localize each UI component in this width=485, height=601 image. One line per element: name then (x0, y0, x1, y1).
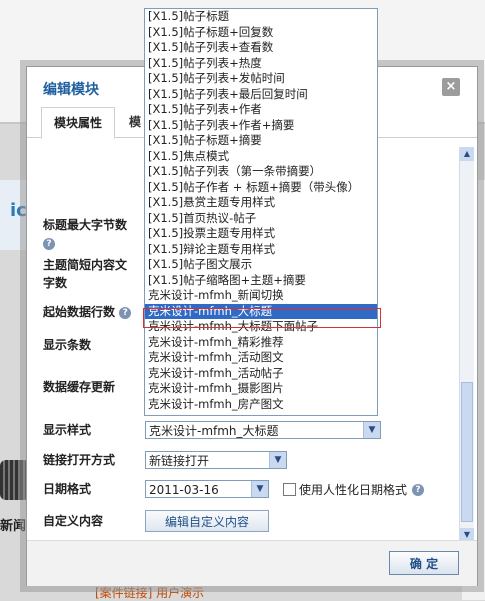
label-summary-length: 主题简短内容文 字数 (43, 258, 128, 290)
dropdown-option[interactable]: 克米设计-mfmh_大标题 (145, 303, 377, 319)
dropdown-option[interactable]: [X1.5]帖子列表+热度 (145, 56, 377, 72)
chevron-down-icon[interactable]: ▼ (251, 481, 268, 497)
date-format-value: 2011-03-16 (149, 483, 219, 497)
chevron-down-icon[interactable]: ▼ (269, 452, 286, 468)
dropdown-option[interactable]: [X1.5]帖子列表+最后回复时间 (145, 87, 377, 103)
confirm-button[interactable]: 确 定 (389, 551, 459, 575)
dropdown-option[interactable]: [X1.5]投票主题专用样式 (145, 226, 377, 242)
chevron-down-icon[interactable]: ▼ (363, 422, 380, 438)
label-show-count: 显示条数 (43, 338, 92, 352)
dropdown-option[interactable]: [X1.5]帖子列表+作者 (145, 102, 377, 118)
dropdown-option[interactable]: 克米设计-mfmh_房产图文 (145, 397, 377, 413)
close-icon[interactable]: × (442, 78, 460, 96)
dropdown-option[interactable]: [X1.5]帖子列表+作者+摘要 (145, 118, 377, 134)
label-display-style: 显示样式 (43, 423, 92, 437)
background-logo: ic (10, 200, 27, 221)
dialog-scrollbar[interactable]: ▲ ▼ (459, 147, 474, 542)
scroll-thumb[interactable] (461, 382, 473, 522)
dropdown-option[interactable]: [X1.5]帖子列表（第一条带摘要） (145, 164, 377, 180)
help-icon[interactable]: ? (43, 237, 55, 250)
dropdown-option[interactable]: 克米设计-mfmh_大标题下面帖子 (145, 319, 377, 335)
link-open-value: 新链接打开 (149, 454, 210, 468)
label-date-format: 日期格式 (43, 482, 92, 496)
help-icon[interactable]: ? (412, 484, 424, 496)
humanized-date-checkbox[interactable] (283, 483, 296, 496)
dropdown-option[interactable]: 克米设计-mfmh_活动图文 (145, 350, 377, 366)
dropdown-option[interactable]: [X1.5]帖子缩略图+主题+摘要 (145, 273, 377, 289)
dialog-footer: 确 定 (27, 540, 477, 586)
display-style-value: 克米设计-mfmh_大标题 (149, 424, 279, 438)
label-start-row: 起始数据行数 ? (43, 303, 132, 321)
help-icon[interactable]: ? (119, 306, 132, 319)
dropdown-option[interactable]: [X1.5]帖子标题+摘要 (145, 133, 377, 149)
display-style-select[interactable]: 克米设计-mfmh_大标题 ▼ (145, 421, 381, 439)
dropdown-option[interactable]: [X1.5]焦点模式 (145, 149, 377, 165)
dropdown-option[interactable]: 克米设计-mfmh_新闻切换 (145, 288, 377, 304)
dropdown-option[interactable]: [X1.5]帖子列表+发帖时间 (145, 71, 377, 87)
scroll-up-icon[interactable]: ▲ (460, 147, 474, 161)
dropdown-option[interactable]: [X1.5]悬赏主题专用样式 (145, 195, 377, 211)
label-title-max-bytes: 标题最大字节数 ? (43, 218, 128, 250)
dropdown-option[interactable]: [X1.5]帖子作者 + 标题+摘要（带头像） (145, 180, 377, 196)
link-open-select[interactable]: 新链接打开 ▼ (145, 451, 287, 469)
dropdown-option[interactable]: [X1.5]帖子列表+查看数 (145, 40, 377, 56)
dropdown-option[interactable]: [X1.5]首页热议-帖子 (145, 211, 377, 227)
label-custom-content: 自定义内容 (43, 514, 104, 528)
dropdown-option[interactable]: [X1.5]帖子标题+回复数 (145, 25, 377, 41)
tab-module-properties[interactable]: 模块属性 (41, 107, 116, 139)
dropdown-option[interactable]: 克米设计-mfmh_精彩推荐 (145, 335, 377, 351)
dropdown-option[interactable]: 克米设计-mfmh_摄影图片 (145, 381, 377, 397)
dropdown-option[interactable]: [X1.5]辩论主题专用样式 (145, 242, 377, 258)
edit-custom-content-button[interactable]: 编辑自定义内容 (145, 510, 269, 532)
label-link-open-mode: 链接打开方式 (43, 453, 116, 467)
label-cache-update: 数据缓存更新 (43, 380, 116, 394)
dropdown-option[interactable]: [X1.5]帖子图文展示 (145, 257, 377, 273)
background-news-label: 新闻 (0, 519, 27, 534)
display-style-options-list[interactable]: [X1.5]帖子标题 [X1.5]帖子标题+回复数 [X1.5]帖子列表+查看数 [X… (144, 8, 378, 416)
dropdown-option[interactable]: [X1.5]帖子标题 (145, 9, 377, 25)
dialog-title: 编辑模块 (43, 82, 99, 98)
date-format-select[interactable]: 2011-03-16 ▼ (145, 480, 269, 498)
humanized-date-label: 使用人性化日期格式 (299, 483, 408, 497)
dropdown-option[interactable]: 克米设计-mfmh_活动帖子 (145, 366, 377, 382)
